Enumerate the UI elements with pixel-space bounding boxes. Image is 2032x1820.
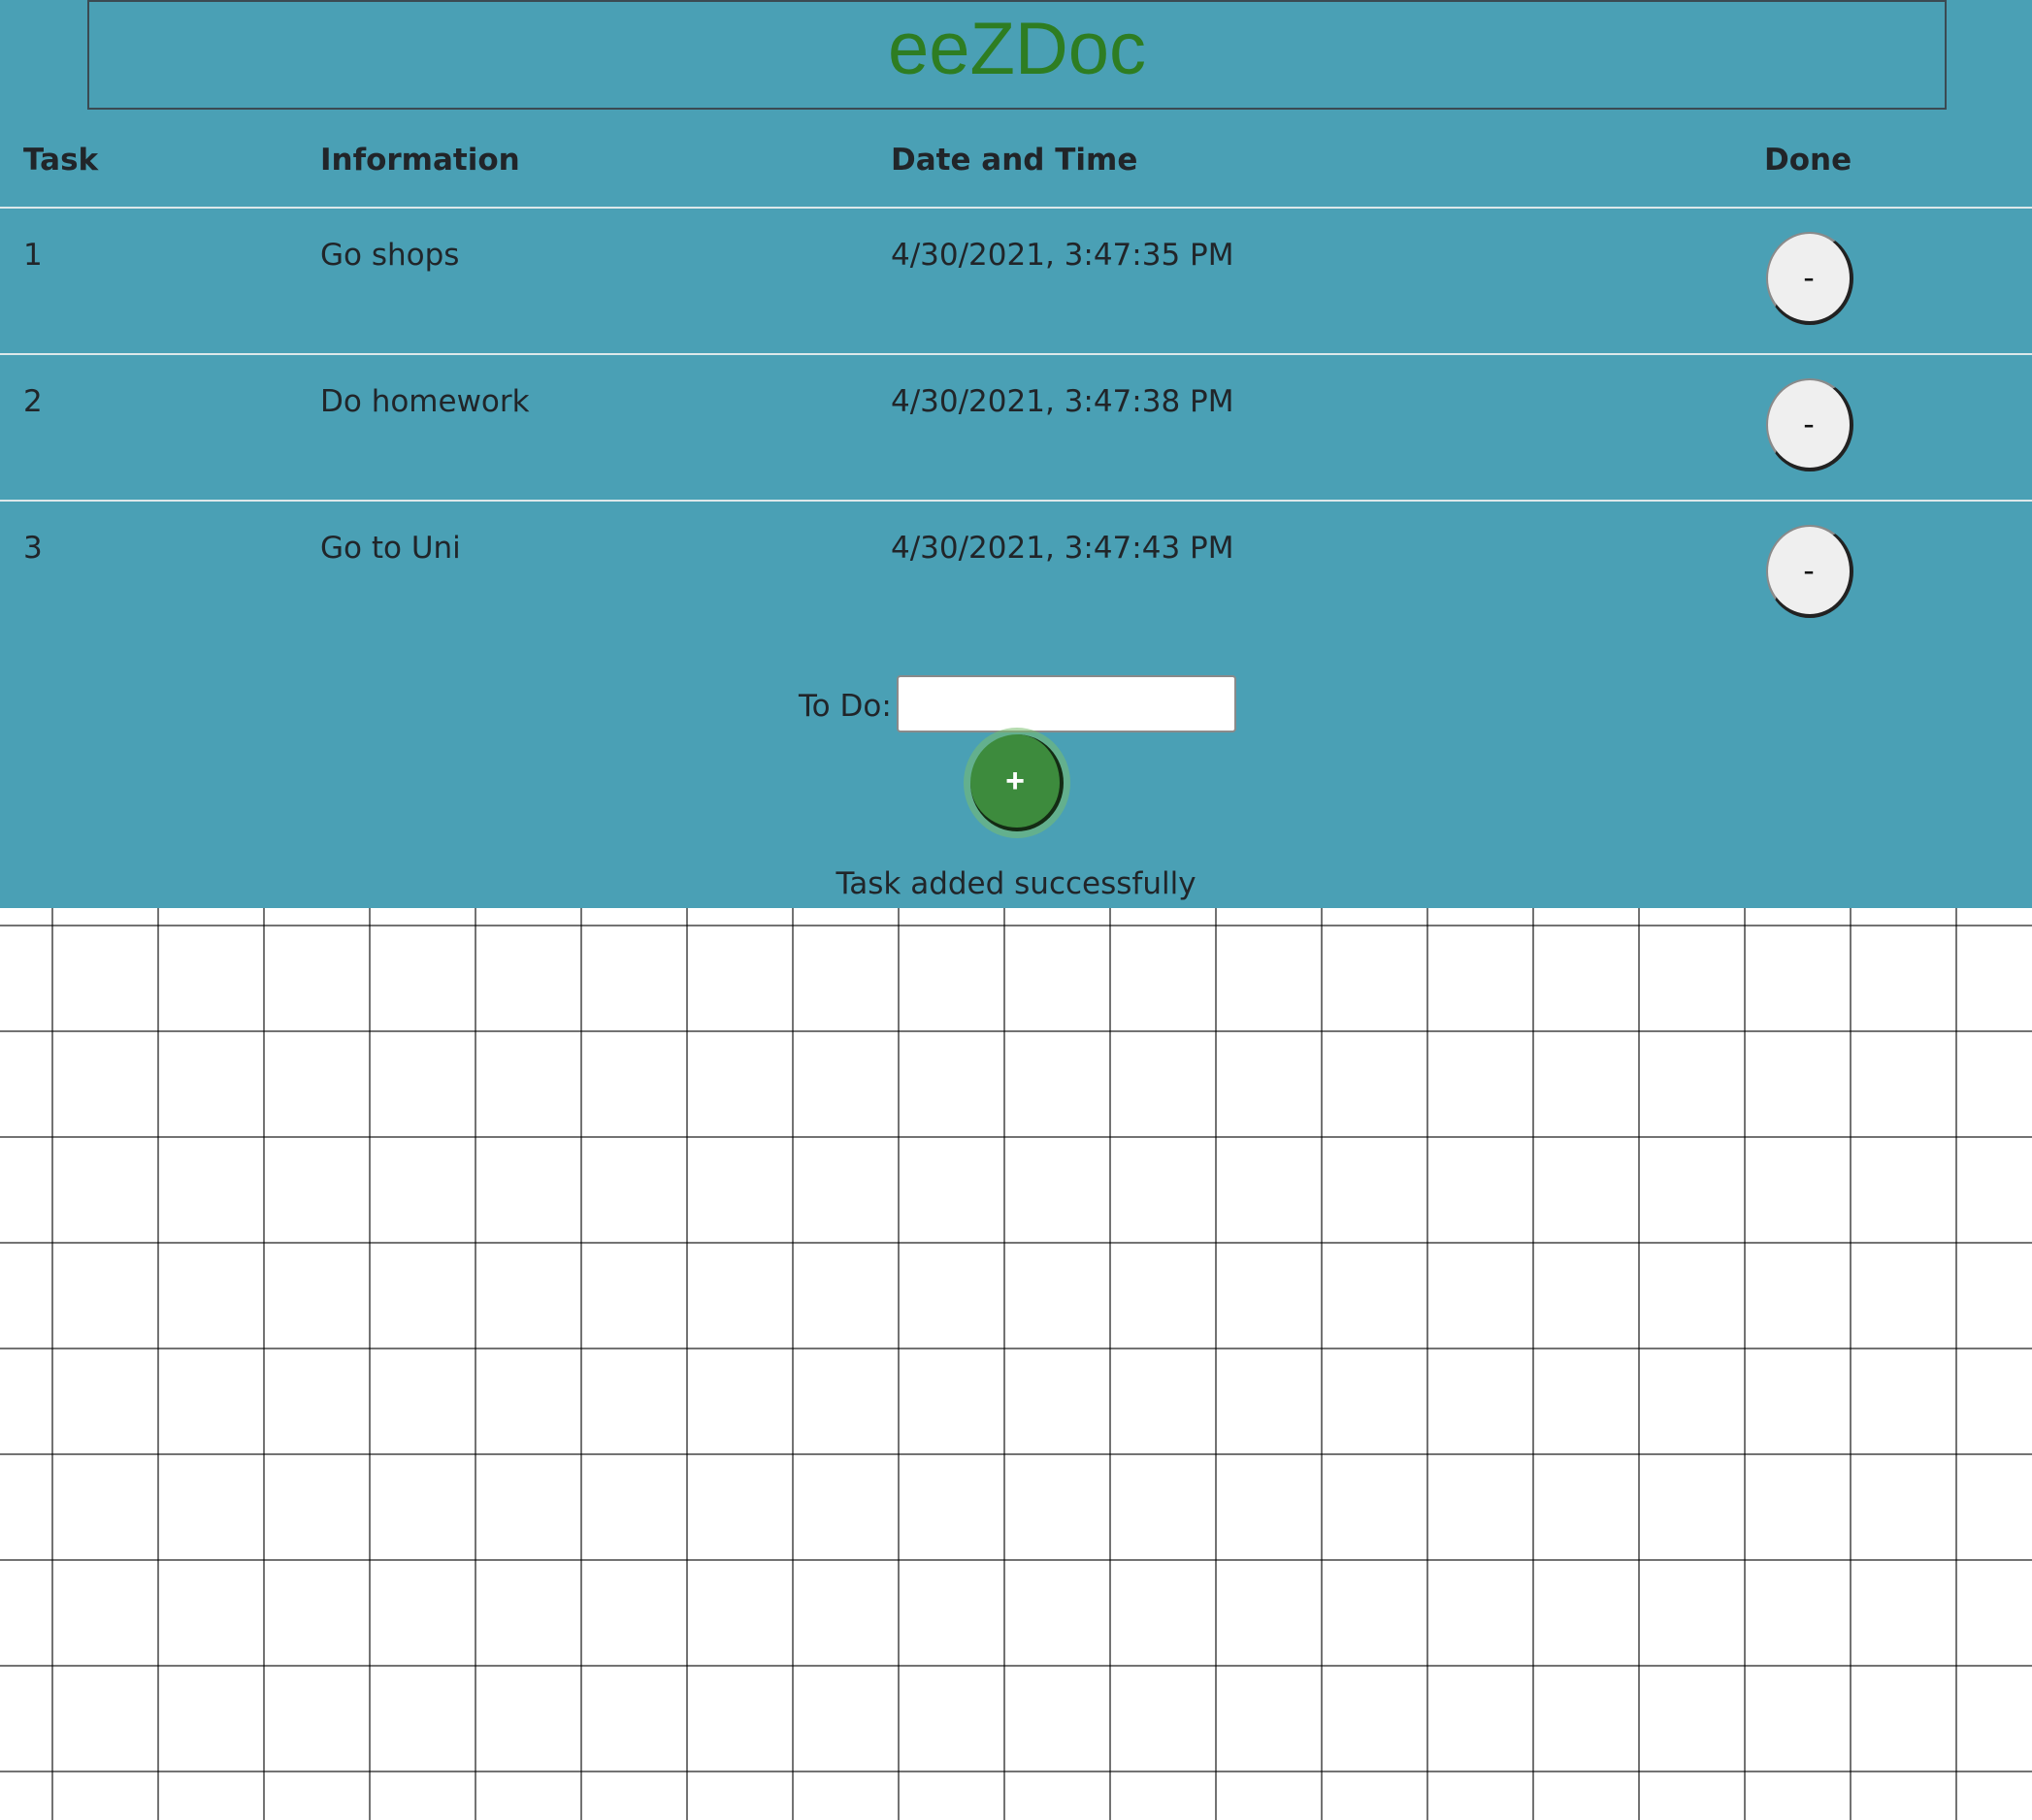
task-table: Task Information Date and Time Done 1 Go… bbox=[0, 113, 2032, 646]
header-task: Task bbox=[0, 113, 320, 209]
header-date-time: Date and Time bbox=[891, 113, 1764, 209]
task-date-time: 4/30/2021, 3:47:35 PM bbox=[891, 238, 1234, 273]
task-number: 3 bbox=[23, 531, 43, 566]
task-number: 2 bbox=[23, 384, 43, 419]
add-task-button[interactable]: + bbox=[970, 734, 1064, 831]
app-panel: eeZDoc Task Information Date and Time Do… bbox=[0, 0, 2032, 908]
table-row: 3 Go to Uni 4/30/2021, 3:47:43 PM - bbox=[0, 501, 2032, 646]
table-row: 1 Go shops 4/30/2021, 3:47:35 PM - bbox=[0, 208, 2032, 355]
header-done: Done bbox=[1764, 113, 2032, 209]
task-date-time: 4/30/2021, 3:47:38 PM bbox=[891, 384, 1234, 419]
done-button[interactable]: - bbox=[1766, 378, 1853, 471]
header-information: Information bbox=[320, 113, 891, 209]
page: { "app": { "title": "eeZDoc", "panel_col… bbox=[0, 0, 2032, 1820]
task-information: Do homework bbox=[320, 384, 530, 419]
todo-label: To Do: bbox=[799, 689, 892, 724]
task-information: Go to Uni bbox=[320, 531, 461, 566]
table-row: 2 Do homework 4/30/2021, 3:47:38 PM - bbox=[0, 354, 2032, 502]
done-button[interactable]: - bbox=[1766, 232, 1853, 325]
done-button[interactable]: - bbox=[1766, 525, 1853, 618]
task-number: 1 bbox=[23, 238, 43, 273]
task-information: Go shops bbox=[320, 238, 460, 273]
status-message: Task added successfully bbox=[836, 866, 1196, 901]
todo-input[interactable] bbox=[897, 675, 1236, 732]
todo-form: To Do: bbox=[0, 675, 2032, 733]
app-header: eeZDoc bbox=[87, 0, 1947, 110]
table-header-row: Task Information Date and Time Done bbox=[0, 113, 2032, 209]
task-date-time: 4/30/2021, 3:47:43 PM bbox=[891, 531, 1234, 566]
app-title: eeZDoc bbox=[887, 8, 1147, 90]
